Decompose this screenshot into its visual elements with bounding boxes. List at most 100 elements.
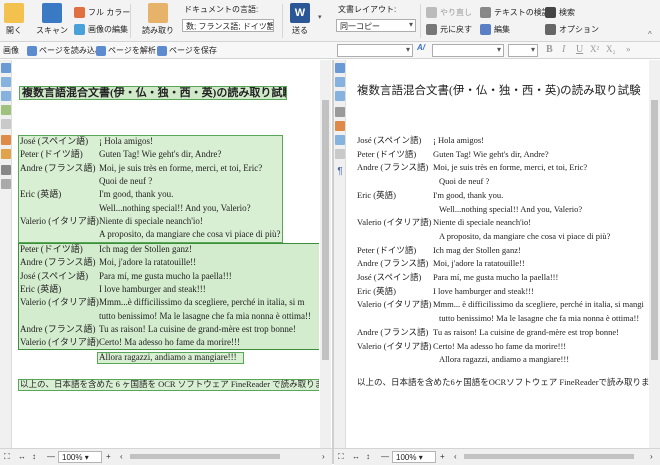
save-page-icon bbox=[157, 45, 167, 56]
line-text[interactable]: Well...nothing special!! And you, Valeri… bbox=[439, 204, 582, 215]
line-text[interactable]: Quoi de neuf ? bbox=[439, 176, 489, 187]
collapse-ribbon-icon[interactable]: ^ bbox=[648, 30, 652, 39]
background-area-tool-icon[interactable] bbox=[1, 105, 11, 115]
image-horizontal-scroll-thumb[interactable] bbox=[130, 454, 280, 459]
speaker-label: José (スペイン語) bbox=[20, 136, 89, 146]
page-view-icon[interactable] bbox=[335, 91, 345, 101]
text-fit-height-icon[interactable]: ↕ bbox=[366, 452, 370, 461]
line-text[interactable]: Moi, j'adore la ratatouille!! bbox=[433, 258, 525, 269]
scroll-right-icon[interactable]: › bbox=[322, 452, 325, 461]
line-text[interactable]: Mmm... è difficilissimo da scegliere, pe… bbox=[433, 299, 644, 310]
text-title[interactable]: 複数言語混合文書(伊・仏・独・西・英)の読み取り試験 bbox=[357, 85, 641, 97]
text-scroll-left-icon[interactable]: ‹ bbox=[454, 452, 457, 461]
line-text[interactable]: Certo! Ma adesso ho fame da morire!!! bbox=[433, 341, 566, 352]
text-fit-width-icon[interactable]: ↔ bbox=[352, 452, 360, 461]
image-zoom-select[interactable]: 100% ▾ bbox=[58, 451, 102, 463]
picture-view-icon[interactable] bbox=[335, 121, 345, 131]
speaker-label: Eric (英語) bbox=[357, 189, 396, 200]
text-scroll-right-icon[interactable]: › bbox=[650, 452, 653, 461]
line-text[interactable]: Ich mag der Stollen ganz! bbox=[433, 245, 521, 256]
image-vertical-scrollbar[interactable] bbox=[320, 60, 331, 448]
table-view-icon[interactable] bbox=[335, 107, 345, 117]
text-fit-page-icon[interactable]: ⛶ bbox=[338, 452, 344, 462]
document-language-select[interactable]: 数; フランス語; ドイツ語 bbox=[182, 19, 274, 32]
picture-area-tool-icon[interactable] bbox=[1, 77, 11, 87]
line-text[interactable]: Guten Tag! Wie geht's dir, Andre? bbox=[433, 149, 549, 160]
text-zoom-out-icon[interactable]: — bbox=[381, 452, 389, 461]
zoom-in-icon[interactable]: + bbox=[106, 452, 111, 461]
underline-icon[interactable]: U bbox=[576, 44, 583, 55]
paragraph-mark-icon[interactable]: ¶ bbox=[335, 167, 345, 177]
image-pane: 複数言語混合文書(伊・仏・独・西・英)の読み取り試験 José (スペイン語) ¡… bbox=[13, 60, 319, 448]
text-area-tool-icon[interactable] bbox=[1, 63, 11, 73]
image-scroll-thumb[interactable] bbox=[322, 100, 329, 360]
font-size-select[interactable] bbox=[508, 44, 538, 57]
text-footer[interactable]: 以上の、日本語を含めた6ヶ国語をOCRソフトウェア FineReaderで読み取… bbox=[357, 377, 649, 388]
read-page-button[interactable]: ページを読み込み bbox=[27, 45, 103, 56]
line-text: Ich mag der Stollen ganz! bbox=[99, 244, 192, 254]
line-text[interactable]: A proposito, da mangiare che cosa vi pia… bbox=[439, 231, 610, 242]
scan-button[interactable]: スキャン bbox=[32, 3, 72, 36]
line-text[interactable]: ¡ Hola amigos! bbox=[433, 135, 484, 146]
table-area-tool-icon[interactable] bbox=[1, 91, 11, 101]
select-pointer-icon[interactable] bbox=[1, 165, 11, 175]
line-text[interactable]: Niente di speciale neanch'io! bbox=[433, 217, 531, 228]
hand-tool-icon[interactable] bbox=[1, 179, 11, 189]
scroll-left-icon[interactable]: ‹ bbox=[120, 452, 123, 461]
style-select[interactable] bbox=[337, 44, 413, 57]
save-page-button[interactable]: ページを保存 bbox=[157, 45, 217, 56]
barcode-area-tool-icon[interactable] bbox=[1, 119, 11, 129]
zoom-out-icon[interactable]: — bbox=[47, 452, 55, 461]
add-area-tool-icon[interactable] bbox=[1, 135, 11, 145]
text-zoom-in-icon[interactable]: + bbox=[440, 452, 445, 461]
line-text[interactable]: Tu as raison! La cuisine de grand-mère e… bbox=[433, 327, 619, 338]
line-text[interactable]: I love hamburger and steak!!! bbox=[433, 286, 534, 297]
fit-page-icon[interactable]: ⛶ bbox=[4, 452, 10, 462]
text-horizontal-scroll-thumb[interactable] bbox=[464, 454, 634, 459]
redo-button[interactable]: 元に戻す bbox=[426, 24, 472, 35]
edit-button[interactable]: 編集 bbox=[480, 24, 510, 35]
fit-height-icon[interactable]: ↕ bbox=[32, 452, 36, 461]
send-dropdown-icon[interactable]: ▾ bbox=[318, 13, 322, 21]
highlight-icon[interactable] bbox=[335, 149, 345, 159]
cut-area-tool-icon[interactable] bbox=[1, 149, 11, 159]
wrench-icon bbox=[545, 24, 556, 35]
text-zoom-select[interactable]: 100% ▾ bbox=[392, 451, 436, 463]
more-format-icon[interactable]: » bbox=[626, 44, 631, 54]
font-style-icon[interactable]: A/ bbox=[417, 43, 425, 52]
line-text[interactable]: Para mí, me gusta mucho la paella!!! bbox=[433, 272, 558, 283]
text-vertical-scrollbar[interactable] bbox=[649, 60, 660, 448]
open-button[interactable]: 開く bbox=[2, 3, 26, 36]
read-button[interactable]: 読み取り bbox=[140, 3, 176, 36]
font-select[interactable] bbox=[432, 44, 504, 57]
verify-text-button[interactable]: テキストの検証 bbox=[480, 7, 550, 18]
bold-icon[interactable]: B bbox=[546, 44, 553, 55]
line-text[interactable]: Allora ragazzi, andiamo a mangiare!!! bbox=[439, 354, 569, 365]
subscript-icon[interactable]: X₂ bbox=[606, 44, 616, 54]
edit-image-button[interactable]: 画像の編集 bbox=[74, 24, 128, 35]
italic-icon[interactable]: I bbox=[562, 44, 565, 55]
undo-button[interactable]: やり直し bbox=[426, 7, 472, 18]
line-text[interactable]: Moi, je suis très en forme, merci, et to… bbox=[433, 162, 587, 173]
speaker-label: Eric (英語) bbox=[20, 283, 62, 294]
scanner-icon bbox=[42, 3, 62, 23]
layout-view-icon[interactable] bbox=[335, 77, 345, 87]
options-button[interactable]: オプション bbox=[545, 24, 599, 35]
full-color-button[interactable]: フル カラー bbox=[74, 7, 130, 18]
speaker-label: Peter (ドイツ語) bbox=[357, 148, 417, 159]
image-title-region[interactable]: 複数言語混合文書(伊・仏・独・西・英)の読み取り試験 bbox=[19, 86, 287, 100]
line-text: Guten Tag! Wie geht's dir, Andre? bbox=[99, 149, 222, 160]
speaker-label: Valerio (イタリア語) bbox=[357, 217, 432, 228]
line-text[interactable]: I'm good, thank you. bbox=[433, 190, 503, 201]
send-button[interactable]: W 送る bbox=[286, 3, 314, 36]
ribbon-toolbar: 開く スキャン フル カラー 画像の編集 読み取り ドキュメントの言語: 数; … bbox=[0, 0, 660, 42]
document-view-icon[interactable] bbox=[335, 135, 345, 145]
superscript-icon[interactable]: X² bbox=[590, 44, 599, 54]
line-text[interactable]: tutto benissimo! Ma le lasagne che fa mi… bbox=[439, 313, 639, 324]
document-layout-select[interactable]: 同一コピー bbox=[336, 19, 416, 32]
fit-width-icon[interactable]: ↔ bbox=[18, 452, 26, 461]
text-scroll-thumb[interactable] bbox=[651, 100, 658, 360]
search-button[interactable]: 検索 bbox=[545, 7, 575, 18]
text-view-icon[interactable] bbox=[335, 63, 345, 73]
analyze-page-button[interactable]: ページを解析 bbox=[96, 45, 156, 56]
